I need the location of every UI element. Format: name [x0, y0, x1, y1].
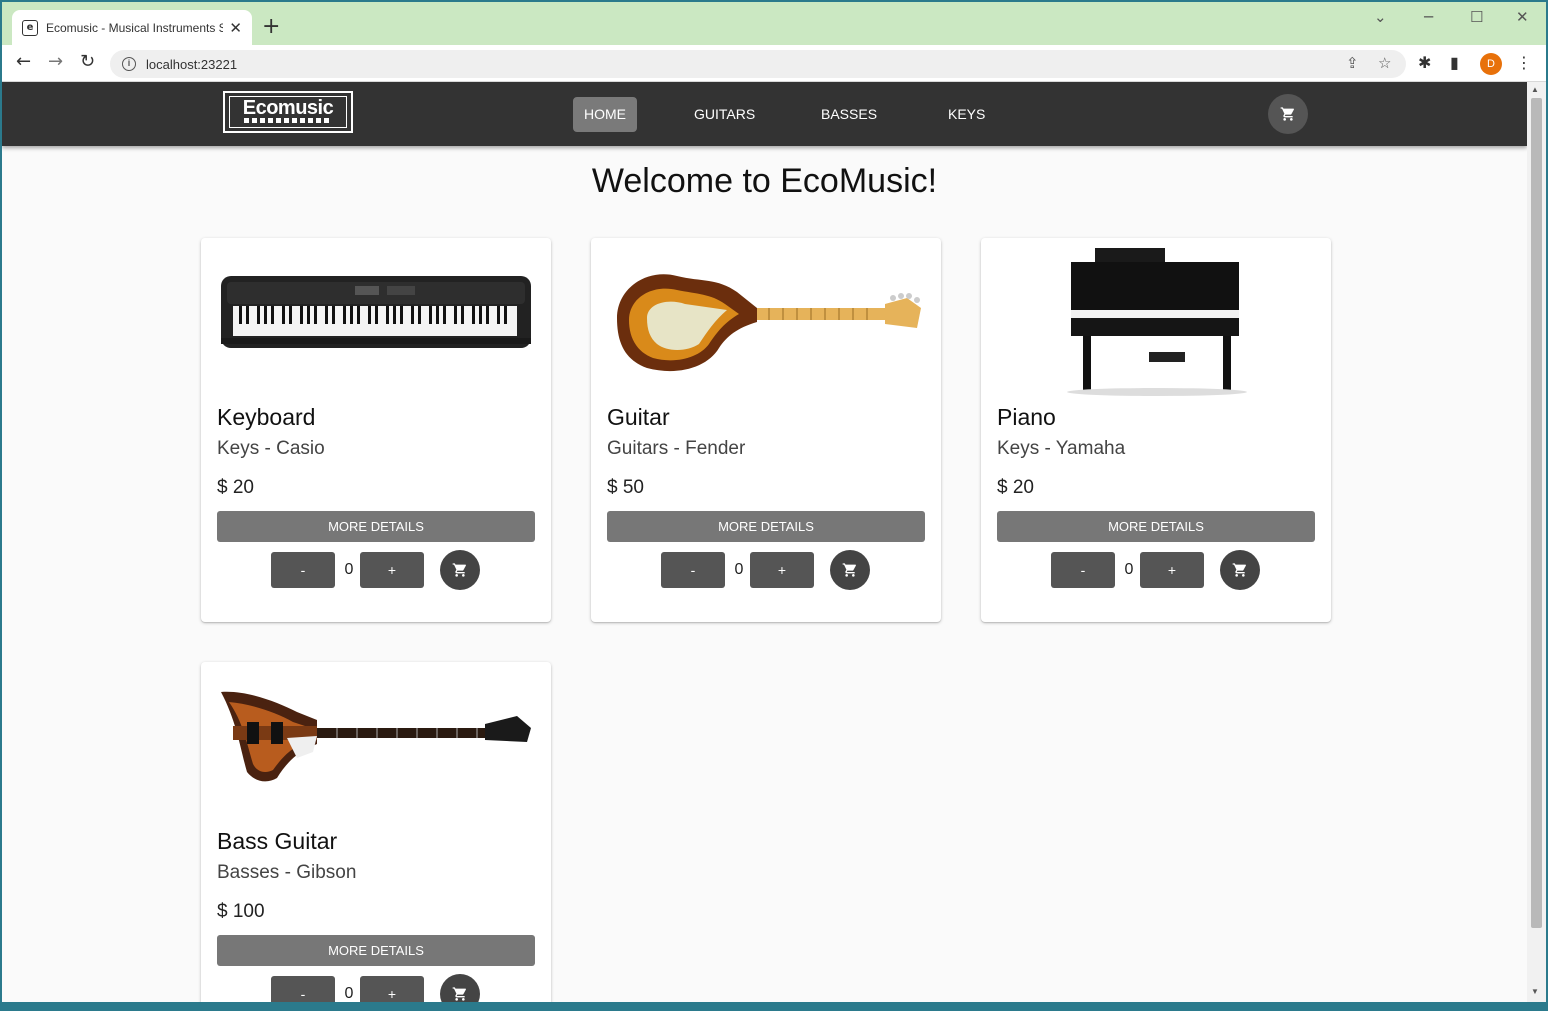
decrement-button[interactable]: -	[271, 552, 335, 588]
minimize-icon[interactable]: ─	[1424, 8, 1433, 26]
cart-icon	[452, 987, 466, 1001]
side-panel-icon[interactable]: ▮	[1450, 53, 1459, 72]
product-card: Bass Guitar Basses - Gibson $ 100 MORE D…	[201, 662, 551, 1002]
browser-window: e Ecomusic - Musical Instruments S ✕ + ⌄…	[2, 2, 1546, 1002]
decrement-button[interactable]: -	[271, 976, 335, 1002]
tab-search-icon[interactable]: ⌄	[1374, 8, 1387, 26]
product-price: $ 20	[997, 477, 1034, 498]
bass-guitar-image	[221, 691, 531, 782]
quantity-value: 0	[1124, 561, 1134, 578]
logo-keys-graphic	[244, 118, 332, 123]
add-to-cart-button[interactable]	[440, 974, 480, 1002]
page-viewport: Ecomusic HOME GUITARS BASSES KEYS Welcom…	[2, 82, 1527, 1002]
quantity-controls: - 0 +	[271, 974, 491, 1002]
browser-tab[interactable]: e Ecomusic - Musical Instruments S ✕	[12, 10, 252, 45]
add-to-cart-button[interactable]	[440, 550, 480, 590]
quantity-value: 0	[344, 561, 354, 578]
increment-button[interactable]: +	[750, 552, 814, 588]
address-bar[interactable]: i localhost:23221 ⇪ ☆	[110, 50, 1406, 78]
product-category-brand: Guitars - Fender	[607, 438, 746, 459]
forward-icon[interactable]: →	[48, 51, 63, 72]
bookmark-star-icon[interactable]: ☆	[1378, 54, 1391, 72]
product-category-brand: Keys - Casio	[217, 438, 325, 459]
logo-text: Ecomusic	[242, 97, 334, 119]
cart-icon	[452, 563, 466, 577]
product-card: Piano Keys - Yamaha $ 20 MORE DETAILS - …	[981, 238, 1331, 622]
add-to-cart-button[interactable]	[1220, 550, 1260, 590]
decrement-button[interactable]: -	[661, 552, 725, 588]
more-details-button[interactable]: MORE DETAILS	[217, 511, 535, 542]
nav-guitars[interactable]: GUITARS	[683, 97, 766, 132]
scroll-up-icon[interactable]: ▲	[1531, 85, 1539, 94]
back-icon[interactable]: ←	[16, 51, 31, 72]
page-title: Welcome to EcoMusic!	[591, 162, 938, 200]
close-tab-icon[interactable]: ✕	[229, 19, 242, 37]
product-title: Guitar	[607, 404, 670, 430]
quantity-value: 0	[344, 985, 354, 1002]
add-to-cart-button[interactable]	[830, 550, 870, 590]
menu-kebab-icon[interactable]: ⋮	[1516, 53, 1532, 72]
increment-button[interactable]: +	[1140, 552, 1204, 588]
piano-image	[1067, 248, 1247, 396]
quantity-controls: - 0 +	[661, 550, 881, 590]
product-price: $ 20	[217, 477, 254, 498]
site-info-icon[interactable]: i	[122, 57, 136, 71]
cart-button[interactable]	[1268, 94, 1308, 134]
more-details-button[interactable]: MORE DETAILS	[217, 935, 535, 966]
maximize-icon[interactable]: ☐	[1470, 8, 1483, 26]
quantity-controls: - 0 +	[1051, 550, 1271, 590]
share-icon[interactable]: ⇪	[1346, 54, 1359, 72]
increment-button[interactable]: +	[360, 552, 424, 588]
product-title: Keyboard	[217, 404, 316, 430]
scroll-thumb[interactable]	[1531, 98, 1542, 928]
tab-title: Ecomusic - Musical Instruments S	[45, 20, 224, 35]
browser-toolbar: ← → ↻ i localhost:23221 ⇪ ☆ ✱ ▮ D ⋮	[2, 45, 1546, 82]
product-title: Piano	[997, 404, 1056, 430]
product-card: Keyboard Keys - Casio $ 20 MORE DETAILS …	[201, 238, 551, 622]
more-details-button[interactable]: MORE DETAILS	[607, 511, 925, 542]
cart-icon	[842, 563, 856, 577]
favicon-icon: e	[22, 19, 38, 36]
product-card: Guitar Guitars - Fender $ 50 MORE DETAIL…	[591, 238, 941, 622]
keyboard-image	[221, 276, 531, 348]
nav-keys[interactable]: KEYS	[937, 97, 996, 132]
product-price: $ 100	[217, 901, 265, 922]
product-title: Bass Guitar	[217, 828, 338, 854]
new-tab-icon[interactable]: +	[262, 14, 280, 40]
guitar-image	[617, 274, 921, 372]
cart-icon	[1232, 563, 1246, 577]
app-header: Ecomusic HOME GUITARS BASSES KEYS	[2, 82, 1527, 146]
ecomusic-logo[interactable]: Ecomusic	[223, 91, 353, 133]
profile-avatar[interactable]: D	[1480, 53, 1502, 75]
close-window-icon[interactable]: ✕	[1516, 8, 1529, 26]
product-category-brand: Keys - Yamaha	[997, 438, 1126, 459]
increment-button[interactable]: +	[360, 976, 424, 1002]
cart-icon	[1280, 107, 1294, 121]
extensions-icon[interactable]: ✱	[1418, 53, 1431, 72]
product-price: $ 50	[607, 477, 644, 498]
product-category-brand: Basses - Gibson	[217, 862, 357, 883]
url-text: localhost:23221	[146, 57, 238, 72]
quantity-value: 0	[734, 561, 744, 578]
nav-basses[interactable]: BASSES	[810, 97, 888, 132]
more-details-button[interactable]: MORE DETAILS	[997, 511, 1315, 542]
nav-home[interactable]: HOME	[573, 97, 637, 132]
vertical-scrollbar[interactable]: ▲ ▼	[1527, 82, 1546, 1002]
quantity-controls: - 0 +	[271, 550, 491, 590]
scroll-down-icon[interactable]: ▼	[1531, 987, 1539, 996]
tab-strip: e Ecomusic - Musical Instruments S ✕ + ⌄…	[2, 2, 1546, 45]
decrement-button[interactable]: -	[1051, 552, 1115, 588]
reload-icon[interactable]: ↻	[80, 51, 95, 72]
